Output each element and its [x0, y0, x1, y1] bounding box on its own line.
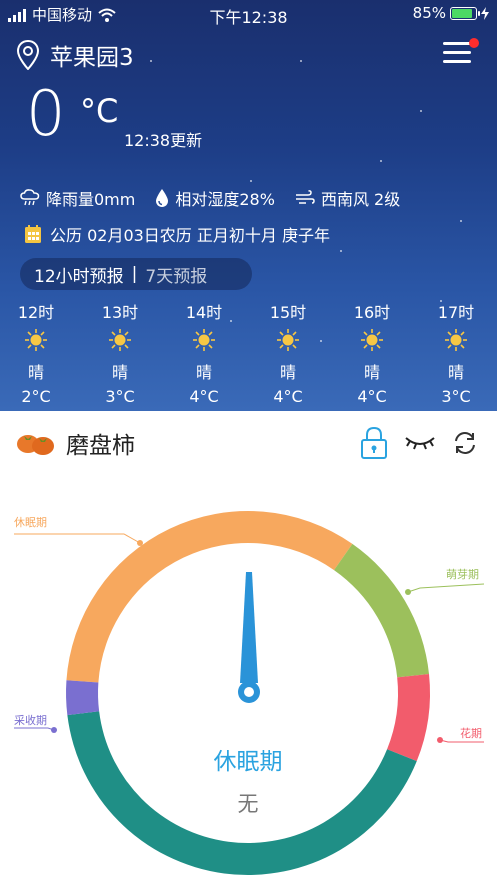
hourly-forecast: 12时 晴 2°C 13时 晴 3°C 14时 晴 4°C 15时 晴 4°C …	[0, 299, 497, 409]
calendar-date: 公历 02月03日农历 正月初十月 庚子年	[50, 226, 330, 245]
hour-label: 16时	[353, 303, 391, 322]
wind: 西南风 2级	[320, 190, 401, 209]
battery-icon	[450, 6, 480, 20]
hour-label: 14时	[185, 303, 223, 322]
sun-icon	[25, 329, 47, 351]
hour-label: 13时	[101, 303, 139, 322]
rainfall: 降雨量0mm	[46, 190, 136, 209]
eye-closed-icon[interactable]	[404, 432, 436, 452]
crop-name: 磨盘柿	[66, 433, 135, 459]
tab-7-day[interactable]: 7天预报	[145, 262, 207, 287]
hour-label: 17时	[437, 303, 475, 322]
forecast-tabs: 12小时预报 | 7天预报	[20, 258, 252, 290]
hour-label: 12时	[17, 303, 55, 322]
dial-segment-harvest	[66, 680, 100, 716]
current-stage-value: 无	[237, 792, 259, 816]
status-bar: 中国移动 下午12:38 85%	[0, 0, 497, 27]
condition-label: 晴	[111, 363, 128, 382]
weather-panel: 中国移动 下午12:38 85% 苹果园3 0 °C 12:38更新 降雨量0m…	[0, 0, 497, 411]
lock-icon[interactable]	[360, 426, 388, 460]
hourly-item: 13时 晴 3°C	[90, 299, 150, 406]
hourly-item: 14时 晴 4°C	[174, 299, 234, 406]
sun-icon	[277, 329, 299, 351]
rain-cloud-icon	[20, 189, 40, 206]
humidity-drop-icon	[156, 189, 169, 207]
location-name: 苹果园3	[50, 45, 134, 71]
tab-separator: |	[131, 264, 138, 284]
hour-temp: 2°C	[21, 387, 51, 406]
humidity: 相对湿度28%	[175, 190, 275, 209]
condition-label: 晴	[195, 363, 212, 382]
calendar-info: 公历 02月03日农历 正月初十月 庚子年	[24, 222, 330, 246]
hourly-item: 12时 晴 2°C	[6, 299, 66, 406]
update-time: 12:38更新	[124, 131, 203, 150]
charging-icon	[481, 6, 489, 20]
tab-12-hour[interactable]: 12小时预报	[34, 262, 124, 287]
condition-label: 晴	[447, 363, 464, 382]
hourly-item: 17时 晴 3°C	[426, 299, 486, 406]
stage-label-harvest: 采收期	[14, 714, 47, 727]
location-pin-icon	[16, 40, 40, 70]
persimmon-icon	[17, 435, 54, 455]
temperature-unit: °C	[80, 92, 119, 130]
notification-dot	[469, 38, 479, 48]
calendar-icon	[25, 225, 41, 243]
condition-label: 晴	[27, 363, 44, 382]
hourly-item: 15时 晴 4°C	[258, 299, 318, 406]
sun-icon	[109, 329, 131, 351]
crop-header: 磨盘柿	[16, 426, 135, 460]
sun-icon	[193, 329, 215, 351]
stage-label-sprouting: 萌芽期	[446, 568, 479, 581]
refresh-icon[interactable]	[452, 430, 478, 456]
menu-icon[interactable]	[443, 38, 479, 66]
current-temperature: 0	[26, 77, 66, 150]
sun-icon	[445, 329, 467, 351]
hour-temp: 4°C	[189, 387, 219, 406]
dial-segment-flowering	[387, 673, 430, 762]
wind-icon	[295, 190, 315, 204]
battery-percent: 85%	[412, 4, 446, 22]
hour-label: 15时	[269, 303, 307, 322]
location-selector[interactable]: 苹果园3	[16, 38, 134, 72]
weather-details: 降雨量0mm 相对湿度28% 西南风 2级	[20, 186, 400, 210]
condition-label: 晴	[363, 363, 380, 382]
stage-label-dormant: 休眠期	[14, 516, 47, 529]
hourly-item: 16时 晴 4°C	[342, 299, 402, 406]
hour-temp: 4°C	[273, 387, 303, 406]
stage-label-flowering: 花期	[460, 727, 482, 740]
growth-stage-dial	[14, 511, 485, 876]
current-stage-name: 休眠期	[213, 749, 283, 775]
hour-temp: 4°C	[357, 387, 387, 406]
hour-temp: 3°C	[105, 387, 135, 406]
sun-icon	[361, 329, 383, 351]
condition-label: 晴	[279, 363, 296, 382]
hour-temp: 3°C	[441, 387, 471, 406]
